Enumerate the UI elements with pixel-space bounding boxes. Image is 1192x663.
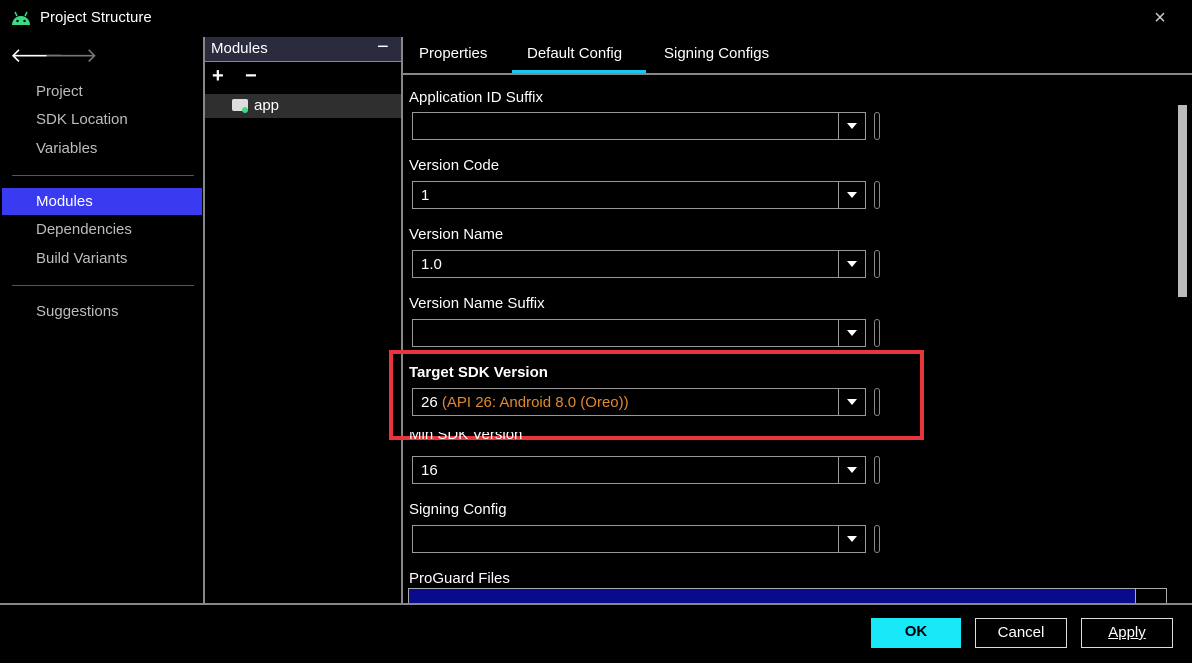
app-id-suffix-combo[interactable] [412,112,866,140]
scrollbar-thumb[interactable] [1178,105,1187,297]
min-sdk-label-text: Min SDK Version [409,432,523,442]
tab-default-config[interactable]: Default Config [527,45,622,62]
sidebar-item-suggestions[interactable]: Suggestions [36,303,119,320]
modules-border [401,37,403,603]
field-label-proguard-files: ProGuard Files [409,570,510,587]
expression-toggle[interactable] [874,525,880,553]
sidebar-divider [12,175,194,176]
sidebar-item-variables[interactable]: Variables [36,140,97,157]
tabs-border [403,73,1192,75]
sidebar-item-project[interactable]: Project [36,83,83,100]
tab-properties[interactable]: Properties [419,45,487,62]
add-module-icon[interactable]: + [212,65,224,88]
combo-value: 1 [421,187,430,204]
expression-toggle[interactable] [874,181,880,209]
dropdown-arrow-icon[interactable] [838,113,865,139]
sidebar-border [203,37,205,603]
target-sdk-value: 26 [421,394,438,411]
target-sdk-hint: (API 26: Android 8.0 (Oreo)) [441,394,629,411]
sidebar-item-sdk-location[interactable]: SDK Location [36,111,128,128]
field-label-app-id-suffix: Application ID Suffix [409,89,543,106]
module-label: app [254,97,280,114]
dropdown-arrow-icon[interactable] [838,526,865,552]
apply-button[interactable]: Apply [1081,618,1173,648]
min-sdk-combo[interactable]: 16 [412,456,866,484]
remove-module-icon[interactable]: − [245,65,257,88]
module-status-dot [242,107,248,113]
expression-toggle[interactable] [874,319,880,347]
dropdown-arrow-icon[interactable] [838,320,865,346]
dropdown-arrow-icon[interactable] [838,251,865,277]
collapse-icon[interactable]: − [377,36,389,59]
field-label-target-sdk: Target SDK Version [409,364,548,381]
combo-value: 26 (API 26: Android 8.0 (Oreo)) [421,394,629,411]
version-code-combo[interactable]: 1 [412,181,866,209]
signing-config-combo[interactable] [412,525,866,553]
field-label-signing-config: Signing Config [409,501,507,518]
field-label-min-sdk: Min SDK Version [409,432,522,442]
cancel-button[interactable]: Cancel [975,618,1067,648]
title-bar [0,0,1192,38]
field-label-version-name: Version Name [409,226,504,243]
version-name-combo[interactable]: 1.0 [412,250,866,278]
target-sdk-combo[interactable]: 26 (API 26: Android 8.0 (Oreo)) [412,388,866,416]
expression-toggle[interactable] [874,456,880,484]
expression-toggle[interactable] [874,112,880,140]
field-label-version-name-suffix: Version Name Suffix [409,295,545,312]
combo-value: 1.0 [421,256,442,273]
field-label-version-code: Version Code [409,157,500,174]
expression-toggle[interactable] [874,388,880,416]
window-title: Project Structure [40,9,152,26]
combo-value: 16 [421,462,438,479]
expression-toggle[interactable] [874,250,880,278]
version-name-suffix-combo[interactable] [412,319,866,347]
dropdown-arrow-icon[interactable] [838,182,865,208]
footer-border [0,603,1192,605]
sidebar-divider [12,285,194,286]
sidebar-item-build-variants[interactable]: Build Variants [36,250,127,267]
dropdown-arrow-icon[interactable] [838,389,865,415]
sidebar-item-modules[interactable]: Modules [36,193,93,210]
close-icon[interactable]: × [1148,6,1172,30]
ok-button[interactable]: OK [871,618,961,648]
tab-signing-configs[interactable]: Signing Configs [664,45,769,62]
dropdown-arrow-icon[interactable] [838,457,865,483]
modules-title: Modules [211,40,268,57]
sidebar-selection [2,188,202,215]
android-icon [12,11,30,25]
sidebar-item-dependencies[interactable]: Dependencies [36,221,132,238]
forward-arrow-icon[interactable]: 🡒 [44,43,98,68]
